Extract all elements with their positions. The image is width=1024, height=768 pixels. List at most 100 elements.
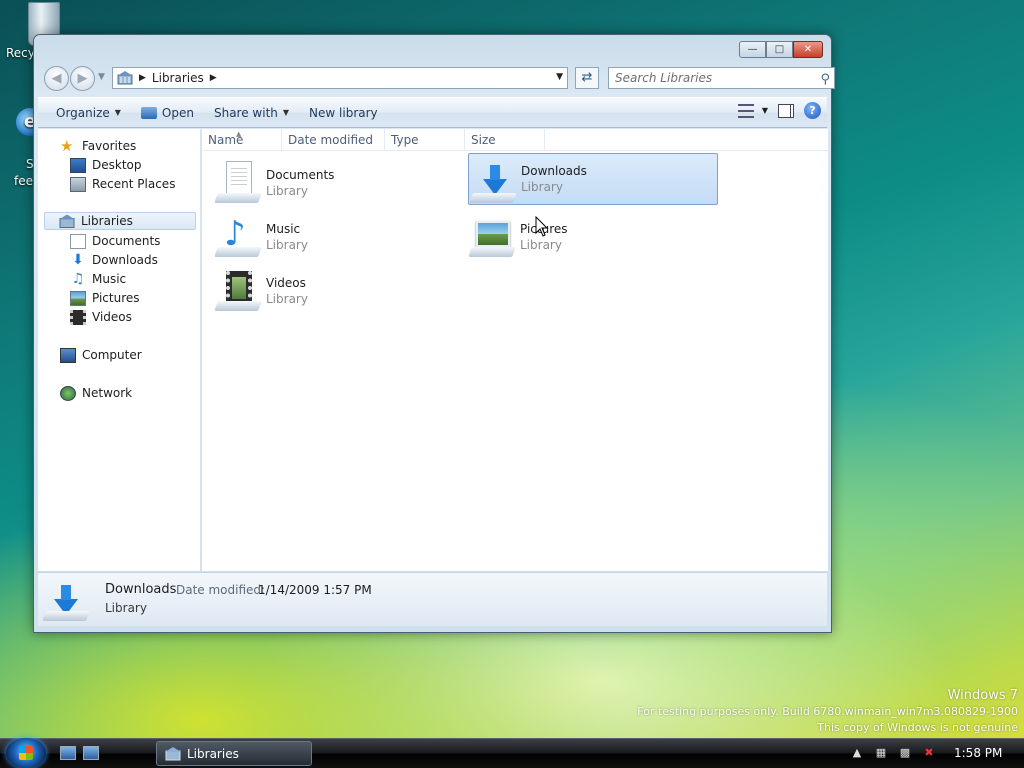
address-dropdown-icon[interactable]: ▼ (556, 72, 563, 82)
library-tile-downloads[interactable]: Downloads Library (468, 153, 718, 205)
tray-app-icon[interactable]: ▦ (874, 746, 888, 760)
search-icon[interactable]: ⚲ (820, 70, 830, 90)
column-label: Type (391, 133, 419, 147)
star-icon: ★ (60, 136, 74, 155)
volume-muted-icon[interactable]: ✖ (922, 746, 936, 760)
tile-name: Music (266, 222, 301, 236)
breadcrumb-libraries[interactable]: Libraries (152, 71, 204, 85)
column-header-type[interactable]: Type (385, 129, 465, 151)
breadcrumb-chevron-icon[interactable]: ▶ (210, 73, 217, 83)
nav-item-pictures[interactable]: Pictures (70, 289, 140, 307)
nav-label: Pictures (92, 291, 140, 305)
content-pane: ▲ Name Date modified Type Size Documents… (202, 129, 828, 571)
music-note-icon: ♫ (71, 270, 85, 287)
preview-pane-icon[interactable] (778, 103, 794, 118)
breadcrumb-separator-icon[interactable]: ▶ (139, 73, 146, 83)
clock[interactable]: 1:58 PM (954, 746, 1018, 760)
film-strip-icon (70, 309, 86, 325)
minimize-button[interactable]: — (739, 41, 766, 58)
tile-name: Downloads (521, 164, 587, 178)
share-with-button[interactable]: Share with ▼ (204, 98, 299, 127)
nav-label: Libraries (81, 214, 133, 228)
command-bar: Organize ▼ Open Share with ▼ New library… (38, 97, 827, 128)
search-input[interactable]: Search Libraries ⚲ (608, 67, 835, 89)
column-headers: ▲ Name Date modified Type Size (202, 129, 828, 151)
windows-watermark: Windows 7 For testing purposes only. Bui… (637, 688, 1018, 734)
network-icon (60, 385, 76, 401)
nav-label: Music (92, 272, 127, 286)
new-library-label: New library (309, 105, 378, 120)
library-tile-videos[interactable]: Videos Library (214, 265, 464, 317)
column-header-size[interactable]: Size (465, 129, 545, 151)
library-tile-documents[interactable]: Documents Library (214, 157, 464, 209)
chevron-down-icon: ▼ (282, 108, 290, 117)
toolbar-right-group: ▼ ? (737, 102, 821, 119)
details-item-type: Library (105, 601, 147, 615)
tile-kind: Library (266, 184, 308, 198)
switch-windows-icon[interactable] (83, 746, 99, 760)
nav-item-computer[interactable]: Computer (60, 346, 142, 364)
details-date-value: 1/14/2009 1:57 PM (258, 583, 372, 597)
nav-label: Documents (92, 234, 161, 248)
column-header-date-modified[interactable]: Date modified (282, 129, 385, 151)
libraries-explorer-window: — □ ✕ ◀ ▶ ▼ ▶ Libraries ▶ ▼ ⇄ Search Lib… (33, 34, 835, 633)
change-view-button[interactable]: ▼ (737, 103, 768, 118)
pictures-icon (70, 290, 86, 306)
nav-item-network[interactable]: Network (60, 384, 132, 402)
downloads-library-icon (42, 579, 90, 623)
address-bar[interactable]: ▶ Libraries ▶ ▼ (112, 67, 568, 89)
chevron-down-icon: ▼ (761, 106, 768, 115)
tile-kind: Library (521, 180, 563, 194)
open-button[interactable]: Open (131, 98, 204, 127)
help-icon[interactable]: ? (804, 102, 821, 119)
nav-item-downloads[interactable]: ⬇ Downloads (70, 251, 158, 269)
documents-icon (70, 233, 86, 249)
open-label: Open (161, 105, 194, 120)
recent-pages-dropdown[interactable]: ▼ (98, 72, 105, 82)
show-hidden-icons-icon[interactable]: ▲ (850, 746, 864, 760)
library-tile-pictures[interactable]: Pictures Library (468, 211, 718, 263)
search-placeholder: Search Libraries (615, 71, 713, 85)
videos-library-icon (214, 265, 262, 313)
column-header-name[interactable]: ▲ Name (202, 129, 282, 151)
nav-label: Network (82, 386, 133, 400)
tile-kind: Library (520, 238, 562, 252)
taskbar-button-libraries[interactable]: Libraries (156, 741, 312, 766)
computer-icon (60, 347, 76, 363)
details-item-name: Downloads (105, 582, 177, 597)
nav-label: Recent Places (92, 177, 176, 191)
tile-name: Documents (266, 168, 335, 182)
pictures-library-icon (468, 211, 516, 259)
library-tile-music[interactable]: ♪ Music Library (214, 211, 464, 263)
new-library-button[interactable]: New library (299, 98, 388, 127)
organize-button[interactable]: Organize ▼ (46, 98, 131, 127)
chevron-down-icon: ▼ (114, 108, 121, 117)
nav-item-favorites[interactable]: ★ Favorites (60, 137, 136, 155)
libraries-icon (59, 214, 75, 228)
nav-item-music[interactable]: ♫ Music (70, 270, 126, 288)
back-button[interactable]: ◀ (44, 66, 69, 91)
nav-label: Computer (82, 348, 142, 362)
nav-item-desktop[interactable]: Desktop (70, 156, 142, 174)
nav-label: Desktop (92, 158, 142, 172)
forward-button[interactable]: ▶ (70, 66, 95, 91)
details-date-label: Date modified: (176, 583, 266, 597)
nav-item-documents[interactable]: Documents (70, 232, 160, 250)
refresh-button[interactable]: ⇄ (575, 67, 599, 89)
taskbar-button-label: Libraries (187, 746, 239, 761)
nav-label: Downloads (92, 253, 158, 267)
start-button[interactable] (6, 738, 46, 768)
maximize-button[interactable]: □ (766, 41, 793, 58)
tile-kind: Library (266, 292, 308, 306)
close-button[interactable]: ✕ (793, 41, 823, 58)
column-label: Size (471, 133, 496, 147)
show-desktop-icon[interactable] (60, 746, 76, 760)
caption-buttons: — □ ✕ (739, 41, 823, 58)
network-status-icon[interactable]: ▩ (898, 746, 912, 760)
nav-item-recent-places[interactable]: Recent Places (70, 175, 175, 193)
documents-library-icon (214, 157, 262, 205)
libraries-icon (117, 71, 133, 85)
nav-item-videos[interactable]: Videos (70, 308, 132, 326)
nav-item-libraries[interactable]: Libraries (44, 212, 196, 230)
tile-kind: Library (266, 238, 308, 252)
